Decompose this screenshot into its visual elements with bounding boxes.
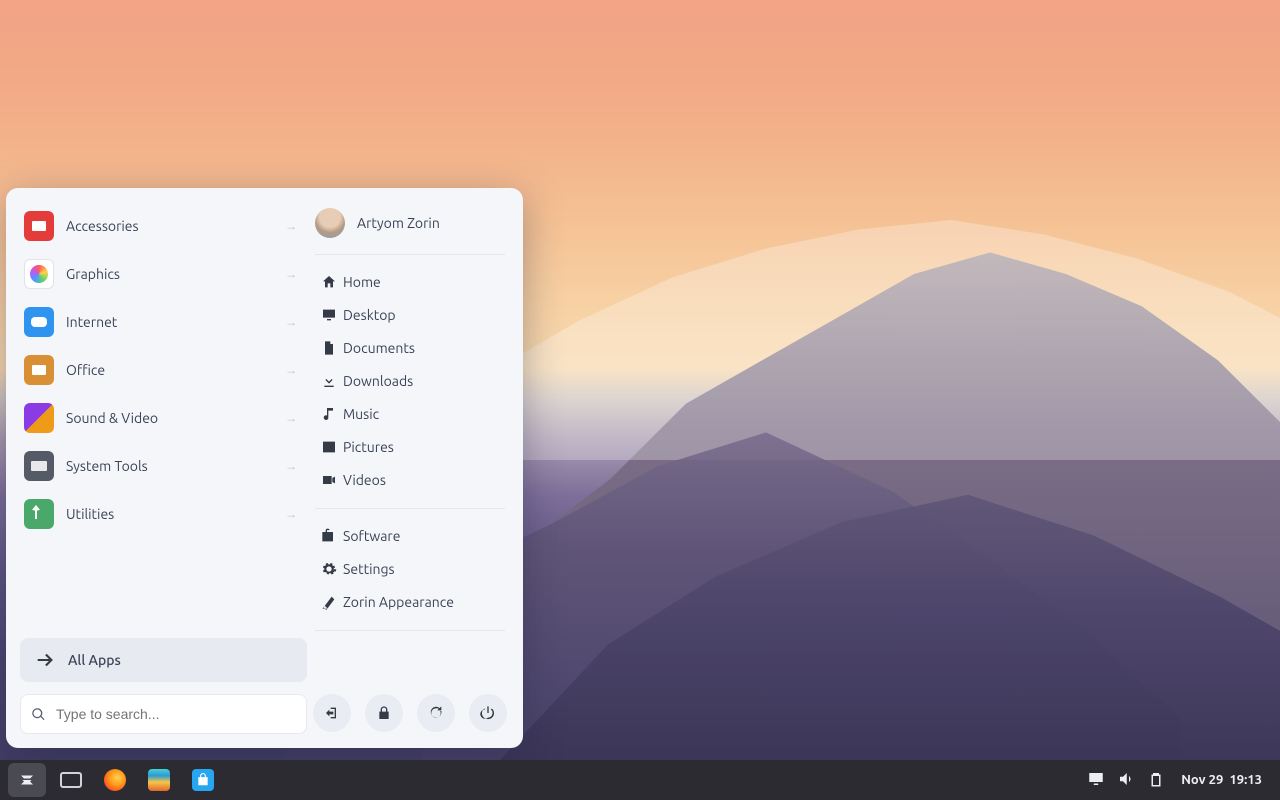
software-store-icon	[192, 769, 214, 791]
place-label: Pictures	[343, 439, 394, 455]
appearance-icon	[315, 594, 343, 610]
video-icon	[315, 472, 343, 488]
separator	[315, 630, 505, 631]
desktop-icon	[315, 307, 343, 323]
place-label: Videos	[343, 472, 386, 488]
cloud-icon	[24, 307, 54, 337]
category-utilities[interactable]: Utilities →	[20, 490, 307, 538]
chevron-right-icon: →	[285, 459, 297, 473]
logout-button[interactable]	[313, 694, 351, 732]
category-label: Office	[66, 362, 285, 378]
chevron-right-icon: →	[285, 507, 297, 521]
picture-icon	[315, 439, 343, 455]
chevron-right-icon: →	[285, 219, 297, 233]
zorin-icon	[18, 771, 36, 789]
category-office[interactable]: Office →	[20, 346, 307, 394]
power-icon	[480, 705, 496, 721]
briefcase-icon	[24, 355, 54, 385]
shortcut-zorin-appearance[interactable]: Zorin Appearance	[311, 585, 509, 618]
place-label: Music	[343, 406, 379, 422]
place-videos[interactable]: Videos	[311, 463, 509, 496]
place-label: Home	[343, 274, 381, 290]
place-label: Downloads	[343, 373, 413, 389]
place-label: Documents	[343, 340, 415, 356]
logout-icon	[324, 705, 340, 721]
chevron-right-icon: →	[285, 267, 297, 281]
taskbar-software[interactable]	[184, 763, 222, 797]
place-music[interactable]: Music	[311, 397, 509, 430]
shortcut-label: Software	[343, 528, 400, 544]
category-accessories[interactable]: Accessories →	[20, 202, 307, 250]
display-icon	[1087, 770, 1105, 788]
user-name: Artyom Zorin	[357, 215, 440, 231]
firefox-icon	[104, 769, 126, 791]
avatar	[315, 208, 345, 238]
palette-icon	[24, 259, 54, 289]
music-icon	[315, 406, 343, 422]
shortcut-software[interactable]: Software	[311, 519, 509, 552]
restart-icon	[428, 705, 444, 721]
chevron-right-icon: →	[285, 411, 297, 425]
briefcase-icon	[24, 211, 54, 241]
tray-battery[interactable]	[1147, 770, 1165, 791]
category-sound-video[interactable]: Sound & Video →	[20, 394, 307, 442]
chevron-right-icon: →	[285, 363, 297, 377]
shortcut-label: Settings	[343, 561, 395, 577]
battery-icon	[1147, 770, 1165, 788]
place-desktop[interactable]: Desktop	[311, 298, 509, 331]
gear-icon	[315, 561, 343, 577]
separator	[315, 508, 505, 509]
date-label: Nov 29	[1181, 773, 1223, 787]
taskbar-show-desktop[interactable]	[52, 763, 90, 797]
place-label: Desktop	[343, 307, 396, 323]
taskbar-clock[interactable]: Nov 29 19:13	[1181, 773, 1262, 787]
search-input[interactable]	[56, 706, 296, 722]
place-home[interactable]: Home	[311, 265, 509, 298]
category-label: System Tools	[66, 458, 285, 474]
search-box[interactable]	[20, 694, 307, 734]
lock-button[interactable]	[365, 694, 403, 732]
lock-icon	[376, 705, 392, 721]
arrow-right-icon	[30, 649, 60, 671]
shortcut-label: Zorin Appearance	[343, 594, 454, 610]
category-internet[interactable]: Internet →	[20, 298, 307, 346]
media-icon	[24, 403, 54, 433]
taskbar: Nov 29 19:13	[0, 760, 1280, 800]
monitor-icon	[24, 451, 54, 481]
search-icon	[31, 707, 46, 722]
category-label: Internet	[66, 314, 285, 330]
taskbar-start-button[interactable]	[8, 763, 46, 797]
power-button[interactable]	[469, 694, 507, 732]
category-system-tools[interactable]: System Tools →	[20, 442, 307, 490]
time-label: 19:13	[1229, 773, 1262, 787]
bag-icon	[315, 528, 343, 544]
download-icon	[315, 373, 343, 389]
all-apps-button[interactable]: All Apps	[20, 638, 307, 682]
tray-volume[interactable]	[1117, 770, 1135, 791]
wrench-icon	[24, 499, 54, 529]
taskbar-files[interactable]	[140, 763, 178, 797]
place-downloads[interactable]: Downloads	[311, 364, 509, 397]
chevron-right-icon: →	[285, 315, 297, 329]
home-icon	[315, 274, 343, 290]
document-icon	[315, 340, 343, 356]
shortcut-settings[interactable]: Settings	[311, 552, 509, 585]
all-apps-label: All Apps	[68, 652, 121, 668]
place-documents[interactable]: Documents	[311, 331, 509, 364]
taskbar-firefox[interactable]	[96, 763, 134, 797]
tray-display[interactable]	[1087, 770, 1105, 791]
category-graphics[interactable]: Graphics →	[20, 250, 307, 298]
category-label: Graphics	[66, 266, 285, 282]
desktop-outline-icon	[60, 772, 82, 788]
restart-button[interactable]	[417, 694, 455, 732]
category-label: Sound & Video	[66, 410, 285, 426]
files-icon	[148, 769, 170, 791]
volume-icon	[1117, 770, 1135, 788]
category-label: Utilities	[66, 506, 285, 522]
user-profile-button[interactable]: Artyom Zorin	[311, 202, 509, 252]
separator	[315, 254, 505, 255]
place-pictures[interactable]: Pictures	[311, 430, 509, 463]
category-label: Accessories	[66, 218, 285, 234]
start-menu: Accessories → Graphics → Internet → Offi…	[6, 188, 523, 748]
